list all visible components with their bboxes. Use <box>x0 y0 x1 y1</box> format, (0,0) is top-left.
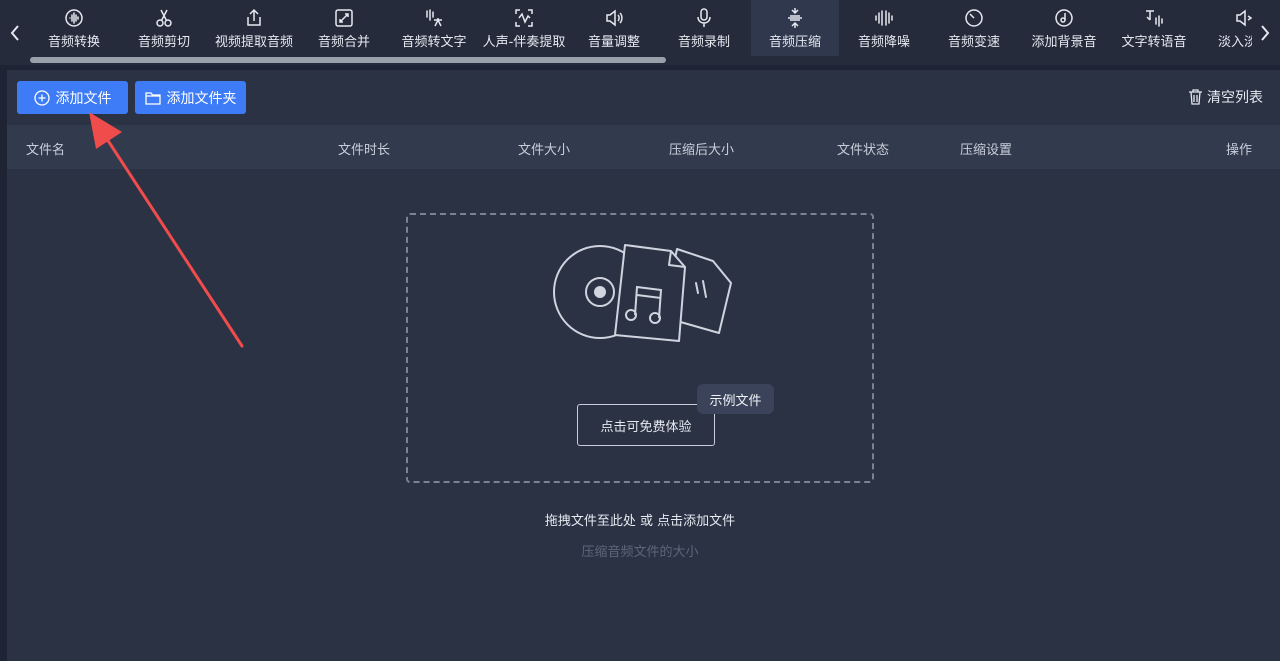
voice-extract-icon <box>515 9 533 27</box>
column-header: 压缩设置 <box>960 143 1013 158</box>
add-file-label: 添加文件 <box>55 90 112 107</box>
free-trial-label: 点击可免费体验 <box>600 419 692 435</box>
speaker-icon <box>606 9 623 27</box>
tool-label: 音频降噪 <box>857 35 910 50</box>
clear-list-label: 清空列表 <box>1207 90 1263 106</box>
microphone-icon <box>697 8 711 27</box>
tool-label: 视频提取音频 <box>214 35 293 50</box>
tool-audio-convert[interactable]: 音频转换 <box>30 0 118 56</box>
tool-label: 人声-伴奏提取 <box>482 35 566 50</box>
tool-label: 音频转换 <box>47 35 100 50</box>
tool-audio-compress[interactable]: 音频压缩 <box>751 0 839 56</box>
music-disc-icon <box>1055 9 1073 27</box>
clear-list-button[interactable]: 清空列表 <box>1188 87 1263 107</box>
tool-label: 音频变速 <box>947 35 1000 50</box>
drop-zone[interactable]: 点击可免费体验 示例文件 <box>406 213 874 483</box>
tool-label: 音频压缩 <box>768 35 821 50</box>
tool-label: 音频剪切 <box>137 35 190 50</box>
chevron-right-icon[interactable] <box>1250 18 1280 48</box>
speech-to-text-icon <box>426 9 442 27</box>
tool-add-bgm[interactable]: 添加背景音 <box>1020 0 1108 56</box>
column-header: 操作 <box>1226 143 1253 158</box>
tool-audio-speed[interactable]: 音频变速 <box>930 0 1018 56</box>
tool-label: 音频录制 <box>677 35 730 50</box>
column-header: 文件时长 <box>338 143 391 158</box>
speedometer-icon <box>965 9 983 27</box>
tool-video-extract-audio[interactable]: 视频提取音频 <box>210 0 298 56</box>
tool-label: 文字转语音 <box>1121 35 1187 50</box>
file-list-panel: 添加文件 添加文件夹 清空列表 文件名 文件时长 文件大小 压缩后大小 文件状态… <box>7 70 1280 661</box>
tool-toolbar: 音频转换 音频剪切 视频提取音频 音频合并 音频转文字 人声-伴奏提取 音量调整 <box>0 0 1280 65</box>
add-file-button[interactable]: 添加文件 <box>17 81 128 114</box>
merge-arrows-icon <box>335 9 353 27</box>
tool-noise-reduce[interactable]: 音频降噪 <box>840 0 928 56</box>
tool-audio-to-text[interactable]: 音频转文字 <box>390 0 478 56</box>
tool-label: 添加背景音 <box>1031 35 1097 50</box>
sample-file-label: 示例文件 <box>709 393 762 409</box>
table-header: 文件名 文件时长 文件大小 压缩后大小 文件状态 压缩设置 操作 <box>7 125 1280 169</box>
tool-label: 音频合并 <box>317 35 370 50</box>
column-header: 压缩后大小 <box>669 143 735 158</box>
compress-icon <box>788 8 802 28</box>
tool-description: 压缩音频文件的大小 <box>581 545 699 560</box>
tool-label: 淡入淡出 <box>1217 35 1252 50</box>
add-folder-label: 添加文件夹 <box>166 90 237 107</box>
toolbar-scrollbar[interactable] <box>30 56 1252 64</box>
tool-text-to-speech[interactable]: 文字转语音 <box>1110 0 1198 56</box>
chevron-left-icon[interactable] <box>0 18 30 48</box>
folder-icon <box>144 91 161 105</box>
tool-label: 音量调整 <box>587 35 640 50</box>
audio-wave-circle-icon <box>65 9 83 27</box>
sample-file-badge[interactable]: 示例文件 <box>697 384 774 414</box>
drop-hint: 拖拽文件至此处 或 点击添加文件 <box>544 514 736 529</box>
tool-audio-record[interactable]: 音频录制 <box>660 0 748 56</box>
add-folder-button[interactable]: 添加文件夹 <box>135 81 246 114</box>
upload-icon <box>247 8 261 26</box>
tool-label: 音频转文字 <box>401 35 467 50</box>
plus-circle-icon <box>33 89 50 106</box>
free-trial-button[interactable]: 点击可免费体验 <box>577 404 715 446</box>
column-header: 文件大小 <box>518 143 571 158</box>
column-header: 文件名 <box>26 143 66 158</box>
tool-fade[interactable]: 淡入淡出 <box>1200 0 1252 56</box>
trash-icon <box>1189 89 1202 105</box>
tool-vocal-extract[interactable]: 人声-伴奏提取 <box>480 0 568 56</box>
tool-audio-merge[interactable]: 音频合并 <box>300 0 388 56</box>
text-to-speech-icon <box>1146 10 1163 27</box>
scissors-icon <box>156 9 172 27</box>
scrollbar-thumb[interactable] <box>30 57 666 63</box>
noise-bars-icon <box>875 10 893 26</box>
tool-volume-adjust[interactable]: 音量调整 <box>570 0 658 56</box>
column-header: 文件状态 <box>837 143 890 158</box>
disc-and-music-files-icon <box>553 244 732 342</box>
tool-list: 音频转换 音频剪切 视频提取音频 音频合并 音频转文字 人声-伴奏提取 音量调整 <box>30 0 1252 56</box>
tool-audio-cut[interactable]: 音频剪切 <box>120 0 208 56</box>
